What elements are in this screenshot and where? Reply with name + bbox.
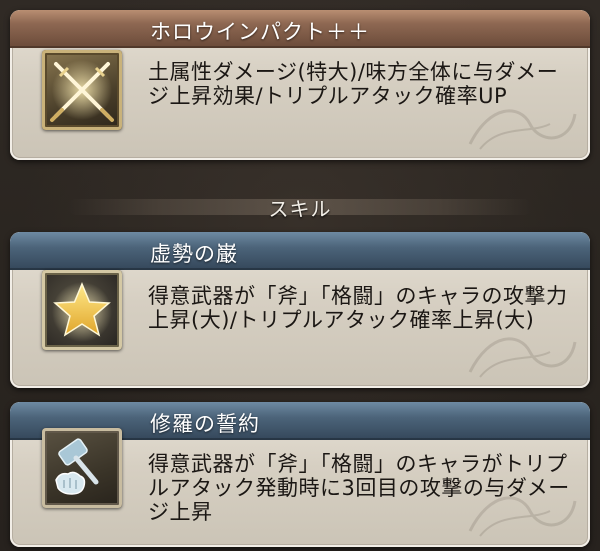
skill-section-header: スキル	[0, 187, 600, 227]
ornament-icon	[468, 496, 577, 537]
skill-card-2[interactable]: 修羅の誓約 得意武器が「斧」「格闘」のキャラがトリプルアタック発動時に3回目の攻…	[10, 402, 590, 547]
star-icon	[42, 270, 122, 350]
ornament-icon	[468, 109, 577, 150]
card-header	[10, 232, 590, 270]
charge-attack-title: ホロウインパクト＋＋	[150, 20, 370, 44]
section-label: スキル	[268, 197, 332, 221]
charge-attack-card[interactable]: ホロウインパクト＋＋ 土属性ダメージ(特大)/味方全体に与ダメージ上昇効果/トリ…	[10, 10, 590, 160]
crossed-swords-icon	[42, 50, 122, 130]
skill-card-1[interactable]: 虚勢の巌 得意武器が「斧」「格闘」のキャラの攻撃力上昇(大)/トリプルアタック確…	[10, 232, 590, 388]
skill-1-title: 虚勢の巌	[150, 242, 238, 266]
axe-fist-icon	[42, 428, 122, 508]
skill-2-title: 修羅の誓約	[150, 412, 260, 436]
ornament-icon	[468, 337, 577, 378]
